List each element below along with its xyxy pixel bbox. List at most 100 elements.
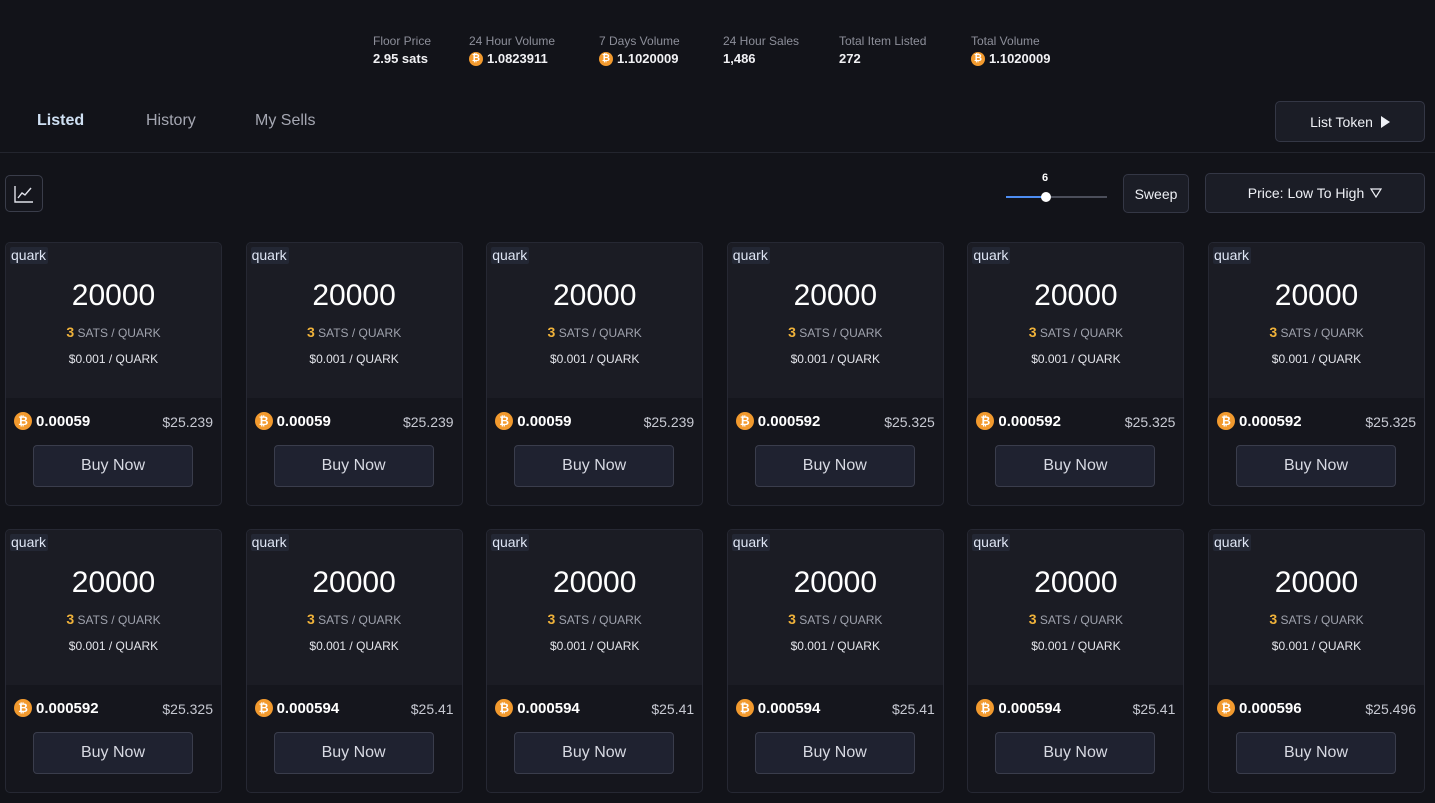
token-tag: quark <box>731 534 770 551</box>
sats-unit: SATS / QUARK <box>77 613 161 627</box>
buy-now-button[interactable]: Buy Now <box>754 445 915 487</box>
stat-value-text: 1.0823911 <box>487 51 548 66</box>
btc-price-value: 0.000592 <box>757 412 821 430</box>
sats-unit: SATS / QUARK <box>318 613 402 627</box>
sats-per-token: 3 SATS / QUARK <box>6 611 221 627</box>
btc-price: ₿ 0.000594 <box>735 699 820 717</box>
stat-value: 1,486 <box>723 49 799 69</box>
usd-price: $25.325 <box>884 414 935 430</box>
usd-per-token: $0.001 / QUARK <box>1031 639 1121 653</box>
btc-price-value: 0.000594 <box>998 699 1061 717</box>
sats-value: 3 <box>547 611 556 627</box>
buy-now-button[interactable]: Buy Now <box>33 445 193 487</box>
token-tag: quark <box>731 247 770 264</box>
stat-label: 24 Hour Sales <box>723 34 800 48</box>
listing-card[interactable]: quark 20000 3 SATS / QUARK $0.001 / QUARK ₿ 0… <box>245 242 463 506</box>
buy-now-button[interactable]: Buy Now <box>514 445 675 487</box>
listing-card[interactable]: quark 20000 3 SATS / QUARK $0.001 / QUARK ₿ 0… <box>1208 242 1425 506</box>
listing-card[interactable]: quark 20000 3 SATS / QUARK $0.001 / QUARK ₿ 0… <box>967 242 1185 506</box>
stat-value-text: 272 <box>839 51 861 66</box>
buy-now-button[interactable]: Buy Now <box>1236 732 1396 774</box>
buy-now-button[interactable]: Buy Now <box>995 445 1156 487</box>
slider-fill <box>1006 196 1047 198</box>
sats-per-token: 3 SATS / QUARK <box>728 324 943 340</box>
btc-price-value: 0.000592 <box>1239 412 1302 430</box>
sort-label: Price: Low To High <box>1247 185 1365 201</box>
list-token-button[interactable]: List Token <box>1275 101 1425 142</box>
token-tag: quark <box>10 534 49 551</box>
token-tag: quark <box>10 247 49 264</box>
slider-handle[interactable] <box>1041 192 1052 202</box>
token-amount: 20000 <box>1274 279 1359 312</box>
bitcoin-icon: ₿ <box>735 412 754 430</box>
sats-unit: SATS / QUARK <box>1039 326 1124 340</box>
btc-price: ₿ 0.000594 <box>976 699 1061 717</box>
buy-now-button[interactable]: Buy Now <box>273 732 434 774</box>
sats-value: 3 <box>547 324 556 340</box>
sats-value: 3 <box>1028 324 1037 340</box>
sats-per-token: 3 SATS / QUARK <box>728 611 943 627</box>
listing-card[interactable]: quark 20000 3 SATS / QUARK $0.001 / QUARK ₿ 0… <box>1208 529 1425 793</box>
stat-item: Floor Price 2.95 sats <box>373 34 431 69</box>
bitcoin-icon: ₿ <box>735 699 754 717</box>
card-header: quark 20000 3 SATS / QUARK $0.001 / QUARK <box>727 530 943 685</box>
chart-toggle-button[interactable] <box>5 175 43 212</box>
sats-unit: SATS / QUARK <box>1280 326 1364 340</box>
usd-price: $25.239 <box>402 414 454 430</box>
listing-card[interactable]: quark 20000 3 SATS / QUARK $0.001 / QUARK ₿ 0… <box>5 242 222 506</box>
listing-card[interactable]: quark 20000 3 SATS / QUARK $0.001 / QUARK ₿ 0… <box>967 529 1185 793</box>
card-header: quark 20000 3 SATS / QUARK $0.001 / QUARK <box>246 530 462 685</box>
listing-card[interactable]: quark 20000 3 SATS / QUARK $0.001 / QUARK ₿ 0… <box>5 529 222 793</box>
btc-price-value: 0.00059 <box>276 412 331 430</box>
btc-price: ₿ 0.000592 <box>1217 412 1302 430</box>
token-amount: 20000 <box>312 566 396 599</box>
tab-listed[interactable]: Listed <box>37 112 84 130</box>
sats-unit: SATS / QUARK <box>77 326 161 340</box>
sweep-button[interactable]: Sweep <box>1123 174 1189 213</box>
sats-unit: SATS / QUARK <box>1280 613 1364 627</box>
bitcoin-icon: ₿ <box>254 412 273 430</box>
sats-unit: SATS / QUARK <box>799 613 883 627</box>
sats-value: 3 <box>1269 324 1278 340</box>
listing-card[interactable]: quark 20000 3 SATS / QUARK $0.001 / QUARK ₿ 0… <box>726 529 944 793</box>
card-header: quark 20000 3 SATS / QUARK $0.001 / QUARK <box>246 243 462 398</box>
sats-value: 3 <box>1028 611 1037 627</box>
sats-value: 3 <box>306 324 315 340</box>
usd-per-token: $0.001 / QUARK <box>68 352 159 366</box>
buy-now-button[interactable]: Buy Now <box>995 732 1156 774</box>
stat-item: Total Volume ₿ 1.1020009 <box>971 34 1050 69</box>
buy-now-button[interactable]: Buy Now <box>273 445 434 487</box>
stat-label: 7 Days Volume <box>599 34 680 48</box>
bitcoin-icon: ₿ <box>976 699 995 717</box>
sweep-slider[interactable]: 6 <box>1006 172 1107 202</box>
sats-per-token: 3 SATS / QUARK <box>247 611 462 627</box>
listing-card[interactable]: quark 20000 3 SATS / QUARK $0.001 / QUARK ₿ 0… <box>486 242 704 506</box>
listing-card[interactable]: quark 20000 3 SATS / QUARK $0.001 / QUARK ₿ 0… <box>486 529 704 793</box>
btc-price-value: 0.000594 <box>517 699 580 717</box>
sats-unit: SATS / QUARK <box>318 326 402 340</box>
listing-card[interactable]: quark 20000 3 SATS / QUARK $0.001 / QUARK ₿ 0… <box>726 242 944 506</box>
listing-card[interactable]: quark 20000 3 SATS / QUARK $0.001 / QUARK ₿ 0… <box>245 529 463 793</box>
card-header: quark 20000 3 SATS / QUARK $0.001 / QUARK <box>487 243 703 398</box>
btc-price: ₿ 0.00059 <box>254 412 331 430</box>
usd-price: $25.239 <box>162 414 213 430</box>
buy-now-button[interactable]: Buy Now <box>514 732 675 774</box>
tab-history[interactable]: History <box>146 112 196 130</box>
sats-unit: SATS / QUARK <box>558 326 642 340</box>
sats-value: 3 <box>1269 611 1278 627</box>
token-amount: 20000 <box>1274 566 1359 599</box>
usd-per-token: $0.001 / QUARK <box>790 639 880 653</box>
token-amount: 20000 <box>793 566 878 599</box>
btc-price: ₿ 0.000596 <box>1217 699 1302 717</box>
buy-now-button[interactable]: Buy Now <box>1236 445 1396 487</box>
sats-value: 3 <box>66 611 75 627</box>
buy-now-button[interactable]: Buy Now <box>33 732 193 774</box>
sats-per-token: 3 SATS / QUARK <box>968 324 1183 340</box>
slider-value: 6 <box>1042 172 1049 184</box>
sort-dropdown[interactable]: Price: Low To High <box>1205 173 1425 213</box>
btc-price-value: 0.00059 <box>517 412 572 430</box>
token-amount: 20000 <box>552 279 637 312</box>
sats-value: 3 <box>788 324 796 340</box>
buy-now-button[interactable]: Buy Now <box>754 732 915 774</box>
tab-my-sells[interactable]: My Sells <box>255 112 315 130</box>
